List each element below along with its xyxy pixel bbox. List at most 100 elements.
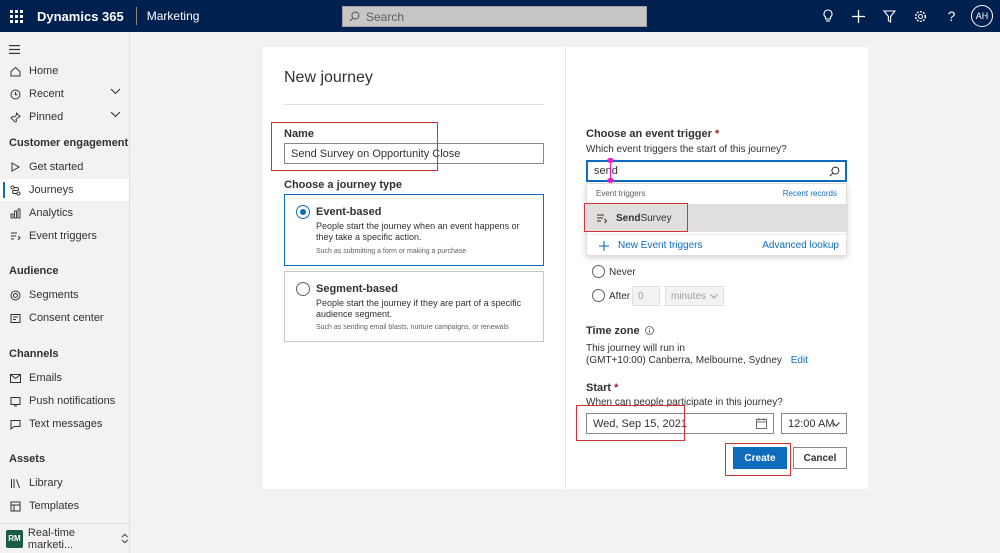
radio-after[interactable] <box>592 289 605 302</box>
timezone-label-text: Time zone <box>586 325 640 337</box>
sidebar-item-segments[interactable]: Segments <box>0 284 129 306</box>
plus-icon[interactable] <box>599 240 609 251</box>
consent-icon <box>10 313 20 323</box>
sidebar-item-event-triggers[interactable]: Event triggers <box>0 225 129 247</box>
global-search[interactable]: Search <box>342 6 647 27</box>
sidebar-item-library[interactable]: Library <box>0 472 129 494</box>
highlight-send-survey <box>584 203 688 232</box>
chevron-down-icon <box>832 422 840 427</box>
dropdown-header: Event triggers <box>596 189 646 198</box>
dialog-title: New journey <box>284 69 373 86</box>
sidebar-item-label: Push notifications <box>29 395 116 407</box>
new-event-triggers-link[interactable]: New Event triggers <box>618 240 702 251</box>
template-icon <box>10 501 20 511</box>
card-description: People start the journey if they are par… <box>316 298 522 319</box>
card-example: Such as sending email blasts, nurture ca… <box>316 324 509 331</box>
start-time-select[interactable]: 12:00 AM <box>781 413 847 434</box>
search-icon <box>349 11 360 22</box>
sidebar-item-templates[interactable]: Templates <box>0 495 129 517</box>
sidebar-item-get-started[interactable]: Get started <box>0 156 129 178</box>
area-switcher[interactable]: RM Real-time marketi... <box>0 523 129 553</box>
sidebar: Home Recent Pinned Customer engagement G… <box>0 32 130 553</box>
sidebar-item-journeys[interactable]: Journeys <box>0 179 129 201</box>
avatar[interactable]: AH <box>971 5 993 27</box>
radio-segment-based[interactable] <box>296 282 310 296</box>
area-switcher-label: Real-time marketi... <box>27 526 75 551</box>
lightbulb-button[interactable] <box>812 0 843 32</box>
sidebar-item-analytics[interactable]: Analytics <box>0 202 129 224</box>
card-description: People start the journey when an event h… <box>316 221 520 242</box>
start-label-text: Start <box>586 382 612 394</box>
journey-type-event-based[interactable]: Event-based People start the journey whe… <box>284 194 544 266</box>
search-placeholder: Search <box>366 9 405 24</box>
sidebar-item-label: Recent <box>29 88 64 100</box>
hamburger-button[interactable] <box>9 42 20 57</box>
section-title-audience: Audience <box>9 265 59 277</box>
sidebar-item-label: Journeys <box>29 184 74 196</box>
after-unit-select[interactable]: minutes <box>665 286 724 306</box>
sidebar-item-label: Segments <box>29 289 79 301</box>
sidebar-item-label: Library <box>29 477 63 489</box>
sidebar-item-label: Get started <box>29 161 84 173</box>
highlight-create <box>725 443 791 476</box>
filter-button[interactable] <box>874 0 905 32</box>
advanced-lookup-link[interactable]: Advanced lookup <box>762 240 839 251</box>
segments-icon <box>10 290 20 300</box>
highlight-start-date <box>576 405 685 441</box>
phone-icon <box>10 396 20 406</box>
journey-type-segment-based[interactable]: Segment-based People start the journey i… <box>284 271 544 342</box>
cancel-button[interactable]: Cancel <box>793 447 847 469</box>
filter-icon <box>883 9 896 23</box>
sidebar-item-emails[interactable]: Emails <box>0 367 129 389</box>
help-icon: ? <box>947 8 956 24</box>
analytics-icon <box>10 208 20 218</box>
dropdown-footer: New Event triggers Advanced lookup <box>587 234 848 256</box>
chevron-down-icon[interactable] <box>110 88 121 95</box>
never-label: Never <box>609 267 636 278</box>
sidebar-item-push-notifications[interactable]: Push notifications <box>0 390 129 412</box>
event-trigger-label: Choose an event trigger * <box>586 128 719 140</box>
sidebar-item-label: Text messages <box>29 418 103 430</box>
sidebar-item-home[interactable]: Home <box>0 60 129 82</box>
card-title: Segment-based <box>316 283 398 295</box>
sidebar-item-label: Analytics <box>29 207 74 219</box>
pin-icon <box>9 111 21 123</box>
event-trigger-search-input[interactable]: send <box>586 160 847 182</box>
event-trigger-label-text: Choose an event trigger <box>586 128 712 140</box>
new-button[interactable] <box>843 0 874 32</box>
search-icon[interactable] <box>829 166 840 177</box>
clock-icon <box>10 89 20 99</box>
chevron-down-icon[interactable] <box>110 111 121 118</box>
app-launcher-button[interactable] <box>1 0 31 32</box>
sidebar-item-recent[interactable]: Recent <box>0 83 129 105</box>
required-mark: * <box>614 382 619 394</box>
sidebar-item-label: Templates <box>29 500 80 512</box>
help-button[interactable]: ? <box>936 0 967 32</box>
settings-button[interactable] <box>905 0 936 32</box>
timezone-line1: This journey will run in <box>586 343 685 354</box>
timezone-value: (GMT+10:00) Canberra, Melbourne, Sydney <box>586 355 782 366</box>
section-title-assets: Assets <box>9 453 46 465</box>
sidebar-item-text-messages[interactable]: Text messages <box>0 413 129 435</box>
journey-icon <box>9 184 21 196</box>
radio-never[interactable] <box>592 265 605 278</box>
sidebar-item-consent-center[interactable]: Consent center <box>0 307 129 329</box>
info-icon[interactable] <box>644 326 654 335</box>
chat-icon <box>10 419 20 430</box>
timezone-edit-link[interactable]: Edit <box>791 355 808 366</box>
area-name[interactable]: Marketing <box>147 9 200 23</box>
chevron-down-icon <box>710 294 718 299</box>
gear-icon <box>914 10 927 22</box>
calendar-icon[interactable] <box>756 418 767 429</box>
plus-icon <box>852 9 865 23</box>
sidebar-item-label: Emails <box>29 372 63 384</box>
after-value-input[interactable]: 0 <box>632 286 660 306</box>
sidebar-item-pinned[interactable]: Pinned <box>0 106 129 128</box>
dialog-left-pane <box>263 47 565 489</box>
radio-event-based[interactable] <box>296 205 310 219</box>
area-badge: RM <box>6 529 23 548</box>
app-name[interactable]: Dynamics 365 <box>37 9 124 24</box>
top-bar: Dynamics 365 Marketing Search ? AH <box>0 0 1000 32</box>
recent-records-link[interactable]: Recent records <box>783 189 837 198</box>
card-title: Event-based <box>316 206 382 218</box>
